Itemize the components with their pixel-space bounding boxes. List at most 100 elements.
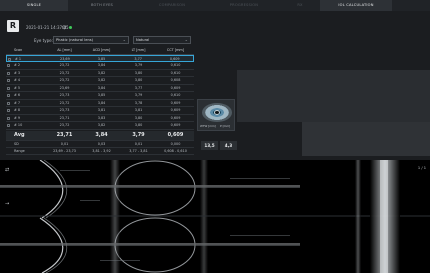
- cell-al: 23,72: [59, 70, 70, 75]
- cell-lt: 3,80: [134, 70, 143, 75]
- cell-al: 23,69: [60, 56, 70, 61]
- scan-page-indicator: 1 / 1: [417, 166, 426, 170]
- expand-icon[interactable]: ⇄: [5, 167, 9, 173]
- eye-image: [202, 103, 232, 122]
- cell-scan: # 5: [14, 85, 21, 90]
- cell-al: 23,73: [59, 93, 70, 97]
- cell-acd: 3,84: [97, 85, 106, 90]
- row-checkbox[interactable]: [7, 116, 10, 120]
- cell-acd: 3,84: [97, 100, 106, 105]
- cell-lt: 3,79: [134, 63, 143, 67]
- eye-type-value: Phakic (natural lens): [56, 38, 93, 42]
- cell-acd: 3,83: [97, 115, 106, 120]
- chevron-down-icon: ⌄: [184, 37, 188, 42]
- row-checkbox[interactable]: [8, 57, 11, 61]
- lens-select[interactable]: Natural ⌄: [133, 36, 191, 44]
- table-row[interactable]: # 5 23,69 3,84 3,77 0,609: [6, 85, 194, 92]
- cell-lt: 3,80: [134, 123, 143, 127]
- table-row[interactable]: # 7 23,72 3,84 3,78 0,609: [6, 100, 194, 107]
- cell-acd: 3,82: [97, 78, 106, 82]
- sd-lt: 0,01: [134, 141, 143, 146]
- sd-label: SD: [14, 141, 19, 146]
- eye-image-thumbnail[interactable]: WTW [mm] P [mm]: [197, 99, 235, 131]
- row-checkbox[interactable]: [7, 64, 10, 67]
- table-row[interactable]: # 6 23,73 3,85 3,79 0,610: [6, 92, 194, 100]
- avg-cct: 0,609: [167, 131, 184, 138]
- result-panel: [237, 70, 430, 122]
- cell-scan: # 3: [14, 70, 21, 75]
- row-checkbox[interactable]: [7, 124, 10, 127]
- arrow-icon[interactable]: →: [5, 201, 9, 207]
- cell-scan: # 6: [14, 93, 21, 97]
- table-row[interactable]: # 1 23,69 3,85 3,77 0,609: [6, 54, 194, 62]
- table-row[interactable]: # 4 23,72 3,82 3,80 0,608: [6, 77, 194, 85]
- avg-row: Avg 23,71 3,84 3,79 0,609: [6, 130, 194, 141]
- row-checkbox[interactable]: [7, 101, 10, 105]
- cell-al: 23,72: [59, 123, 70, 127]
- sd-row: SD 0,01 0,03 0,01 0,000: [6, 141, 194, 148]
- tab-iol-calculation[interactable]: IOL CALCULATION: [320, 0, 392, 11]
- sd-al: 0,01: [60, 141, 69, 146]
- row-checkbox[interactable]: [7, 71, 10, 75]
- cell-al: 23,71: [59, 115, 70, 120]
- row-checkbox[interactable]: [7, 86, 10, 90]
- cell-cct: 0,610: [170, 93, 181, 97]
- row-checkbox[interactable]: [7, 94, 10, 97]
- cell-scan: # 1: [14, 56, 22, 61]
- cell-lt: 3,79: [134, 93, 143, 97]
- row-checkbox[interactable]: [7, 79, 10, 82]
- range-al: 23,69 - 23,73: [53, 148, 76, 153]
- pupil-value: 4,3: [220, 141, 237, 150]
- cell-acd: 3,82: [97, 123, 106, 127]
- cell-scan: # 4: [14, 78, 21, 82]
- table-header-row: Scan AL [mm] ACD [mm] LT [mm] CCT [mm]: [6, 47, 194, 55]
- tab-progression[interactable]: PROGRESSION: [208, 0, 280, 11]
- avg-al: 23,71: [56, 131, 73, 138]
- col-header-al: AL [mm]: [57, 48, 72, 52]
- col-header-cct: CCT [mm]: [166, 48, 185, 52]
- cell-cct: 0,610: [170, 70, 181, 75]
- cell-al: 23,72: [59, 78, 70, 82]
- measurement-table: Scan AL [mm] ACD [mm] LT [mm] CCT [mm] #…: [6, 47, 194, 155]
- tab-rx[interactable]: RX: [280, 0, 320, 11]
- oct-scan-view[interactable]: [0, 160, 430, 273]
- cell-cct: 0,609: [170, 100, 181, 105]
- table-row[interactable]: # 8 23,73 3,81 3,81 0,609: [6, 107, 194, 115]
- row-checkbox[interactable]: [7, 109, 10, 112]
- avg-label: Avg: [14, 131, 25, 138]
- table-row[interactable]: # 3 23,72 3,82 3,80 0,610: [6, 70, 194, 77]
- cell-al: 23,72: [59, 63, 70, 67]
- cell-lt: 3,77: [134, 85, 143, 90]
- tab-single[interactable]: SINGLE: [0, 0, 68, 11]
- eye-type-label: Eye type:: [34, 38, 53, 43]
- cell-lt: 3,81: [134, 108, 143, 112]
- cell-scan: # 10: [14, 123, 23, 127]
- table-row[interactable]: # 2 23,72 3,84 3,79 0,610: [6, 62, 194, 70]
- lens-value: Natural: [136, 38, 150, 42]
- avg-lt: 3,79: [132, 131, 145, 138]
- cell-lt: 3,80: [134, 78, 143, 82]
- tab-both-eyes[interactable]: BOTH EYES: [68, 0, 136, 11]
- qi-label: QI:: [62, 25, 68, 30]
- cell-lt: 3,80: [134, 115, 143, 120]
- cell-al: 23,73: [59, 108, 70, 112]
- sd-cct: 0,000: [170, 141, 181, 146]
- col-header-acd: ACD [mm]: [92, 48, 111, 52]
- qi-status-icon: [69, 26, 72, 29]
- eye-type-select[interactable]: Phakic (natural lens) ⌄: [53, 36, 129, 44]
- wtw-label: WTW [mm]: [200, 124, 216, 128]
- view-tabs: SINGLE BOTH EYES COMPARISON PROGRESSION …: [0, 0, 430, 11]
- cell-cct: 0,609: [170, 115, 181, 120]
- cell-acd: 3,85: [97, 93, 106, 97]
- cell-scan: # 9: [14, 115, 21, 120]
- eye-side-badge: R: [7, 20, 19, 32]
- table-row[interactable]: # 9 23,71 3,83 3,80 0,609: [6, 115, 194, 122]
- table-row[interactable]: # 10 23,72 3,82 3,80 0,609: [6, 122, 194, 130]
- sd-acd: 0,03: [97, 141, 106, 146]
- result-subpanel: [302, 122, 430, 156]
- cell-cct: 0,608: [170, 78, 181, 82]
- range-cct: 0,608 - 0,610: [164, 148, 187, 153]
- cell-cct: 0,609: [170, 85, 181, 90]
- cell-acd: 3,84: [97, 63, 106, 67]
- tab-comparison[interactable]: COMPARISON: [136, 0, 208, 11]
